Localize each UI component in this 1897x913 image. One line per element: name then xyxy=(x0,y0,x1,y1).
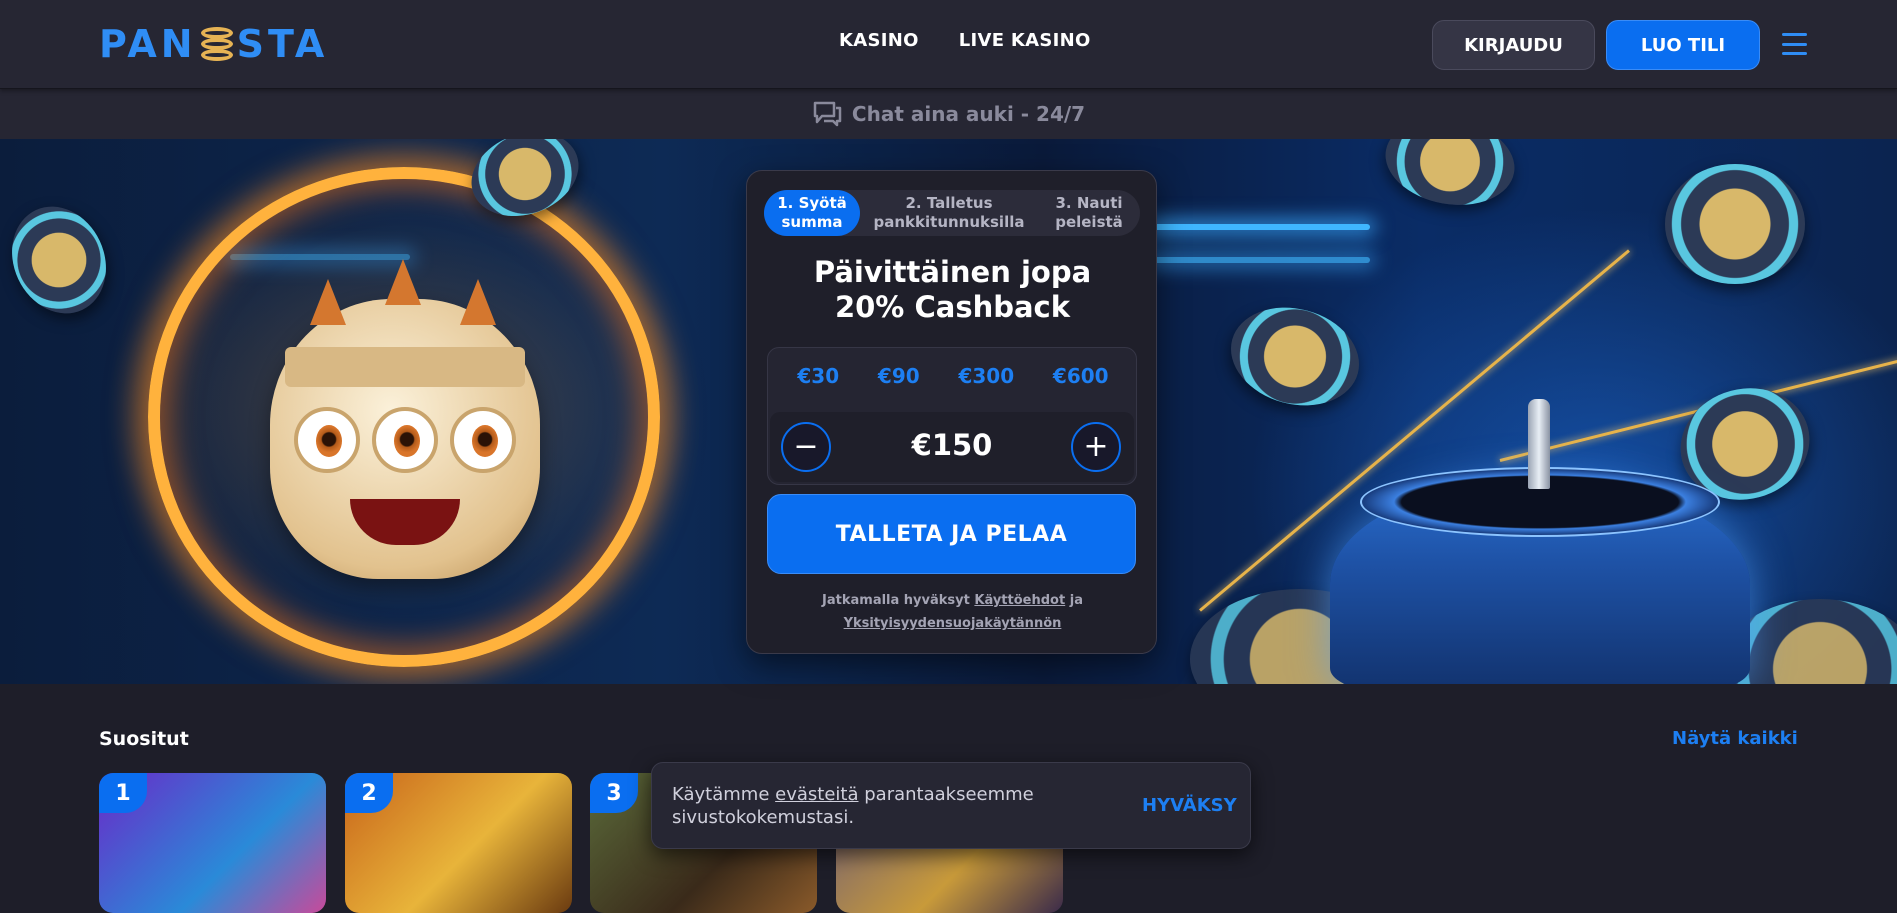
deposit-card: 1. Syötä summa 2. Talletus pankkitunnuksil… xyxy=(746,170,1157,654)
game-tile[interactable]: 1 xyxy=(99,773,326,913)
popular-section-title: Suositut xyxy=(99,728,189,750)
show-all-link[interactable]: Näytä kaikki xyxy=(1672,728,1798,749)
terms-notice: Jatkamalla hyväksyt Käyttöehdot ja Yksit… xyxy=(822,593,1083,631)
chat-bubble-icon xyxy=(812,101,842,127)
chat-bar[interactable]: Chat aina auki - 24/7 xyxy=(0,89,1897,139)
deposit-and-play-button[interactable]: TALLETA JA PELAA xyxy=(767,494,1136,574)
monster-character-image xyxy=(270,259,540,579)
game-tile[interactable]: 2 xyxy=(345,773,572,913)
increase-amount-button[interactable]: + xyxy=(1071,422,1121,472)
step-enjoy-games: 3. Nauti peleistä xyxy=(1055,194,1123,231)
preset-300[interactable]: €300 xyxy=(958,364,1014,388)
casino-chip-image xyxy=(1665,164,1805,284)
panosta-logo[interactable]: PAN STA xyxy=(99,24,328,64)
privacy-link[interactable]: Yksityisyydensuojakäytännön xyxy=(844,616,1062,631)
amount-selector: €30 €90 €300 €600 − €150 + xyxy=(767,347,1137,485)
hamburger-menu-icon[interactable] xyxy=(1782,33,1807,55)
rank-badge: 1 xyxy=(99,773,147,813)
preset-90[interactable]: €90 xyxy=(878,364,920,388)
chat-label: Chat aina auki - 24/7 xyxy=(851,102,1086,126)
casino-chip-image xyxy=(1378,139,1522,215)
casino-chip-image xyxy=(1219,293,1371,420)
light-beam xyxy=(1150,257,1370,263)
cookie-message: Käytämme evästeitä parantaakseemme sivus… xyxy=(672,784,1034,828)
login-button[interactable]: KIRJAUDU xyxy=(1432,20,1595,70)
preset-30[interactable]: €30 xyxy=(797,364,839,388)
plus-icon: + xyxy=(1083,429,1109,464)
nav-live-casino[interactable]: LIVE KASINO xyxy=(959,30,1091,51)
cookies-link[interactable]: evästeitä xyxy=(775,784,858,805)
preset-600[interactable]: €600 xyxy=(1053,364,1109,388)
signup-button[interactable]: LUO TILI xyxy=(1606,20,1760,70)
rank-badge: 2 xyxy=(345,773,393,813)
site-header: PAN STA KASINO LIVE KASINO KIRJAUDU LUO T… xyxy=(0,0,1897,89)
cashback-title: Päivittäinen jopa 20% Cashback xyxy=(813,255,1092,324)
roulette-wheel-image xyxy=(1330,399,1750,684)
casino-chip-image xyxy=(0,191,124,329)
terms-link[interactable]: Käyttöehdot xyxy=(974,593,1065,608)
step-enter-amount: 1. Syötä summa xyxy=(764,190,860,236)
light-beam xyxy=(1150,224,1370,230)
amount-stepper: − €150 + xyxy=(770,412,1134,482)
accept-cookies-button[interactable]: HYVÄKSY xyxy=(1142,795,1237,816)
coin-stack-icon xyxy=(199,25,235,63)
step-bank-deposit: 2. Talletus pankkitunnuksilla xyxy=(873,194,1025,231)
rank-badge: 3 xyxy=(590,773,638,813)
deposit-steps: 1. Syötä summa 2. Talletus pankkitunnuksil… xyxy=(764,190,1140,236)
preset-amounts: €30 €90 €300 €600 xyxy=(768,364,1138,388)
nav-casino[interactable]: KASINO xyxy=(839,30,919,51)
cookie-banner: Käytämme evästeitä parantaakseemme sivus… xyxy=(651,762,1251,849)
main-nav: KASINO LIVE KASINO xyxy=(839,30,1091,51)
